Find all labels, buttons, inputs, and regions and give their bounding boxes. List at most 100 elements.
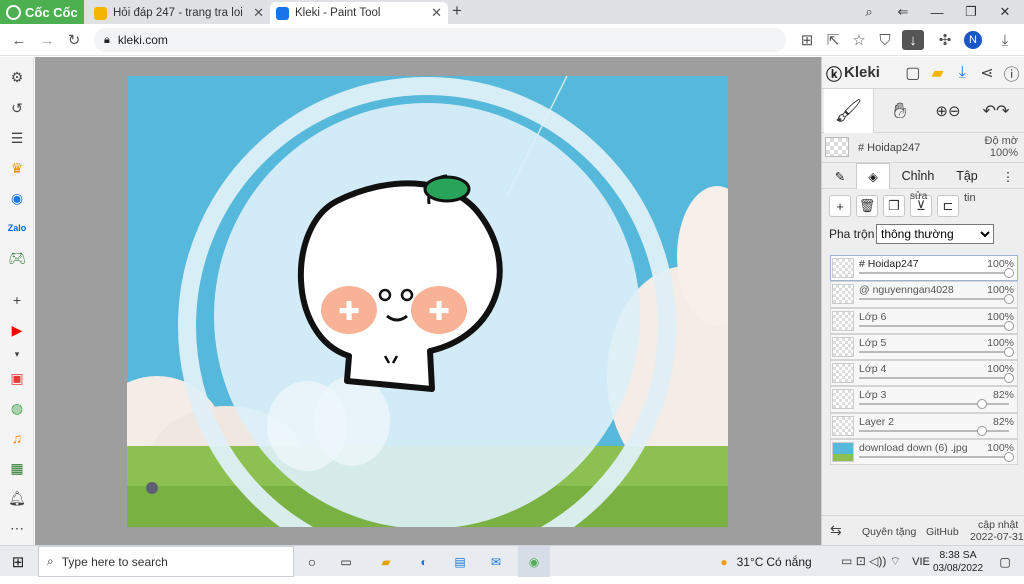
weather-desc[interactable]: Có nắng (766, 546, 812, 577)
slider-knob[interactable] (1004, 294, 1014, 305)
save-download-icon[interactable]: ⤓ (950, 59, 975, 87)
tab-adjust[interactable]: Chỉnh (894, 163, 942, 189)
layer-opacity-slider[interactable] (859, 268, 1014, 278)
duplicate-layer-button[interactable]: ❐ (883, 195, 905, 217)
slider-knob[interactable] (1004, 320, 1014, 331)
layer-row[interactable]: download down (6) .jpg 100% (830, 439, 1018, 466)
notification-center-icon[interactable]: ▢ (992, 546, 1018, 577)
settings-gear-icon[interactable]: ⚙ (7, 67, 27, 87)
maximize-button[interactable]: ❐ (954, 0, 988, 24)
bookmark-star-icon[interactable]: ☆ (848, 30, 870, 50)
taskbar-search[interactable]: ⌕ Type here to search (38, 546, 294, 577)
tab-brush-icon[interactable]: ✎ (826, 163, 854, 189)
download-media-icon[interactable]: ↓ (902, 30, 924, 50)
reload-button[interactable]: ↻ (63, 30, 85, 50)
shopping-icon[interactable]: ▣ (7, 368, 27, 388)
layer-opacity-slider[interactable] (859, 320, 1014, 331)
messenger-icon[interactable]: ◉ (7, 188, 27, 208)
share-icon[interactable]: ⇱ (822, 30, 844, 50)
coccoc-taskbar-icon[interactable]: ◉ (518, 546, 550, 577)
kleki-workspace[interactable]: ✚ ✚ (35, 57, 821, 545)
store-icon[interactable]: ▤ (446, 546, 474, 577)
tab-layers-icon[interactable]: ◈ (856, 163, 890, 189)
slider-knob[interactable] (1004, 346, 1014, 357)
restore-tabs-icon[interactable]: ⇐ (886, 0, 920, 24)
history-icon[interactable]: ↺ (7, 98, 27, 118)
translate-icon[interactable]: ⊞ (796, 30, 818, 50)
swap-panel-icon[interactable]: ⇆ (830, 522, 842, 539)
layer-row[interactable]: Lớp 6 100% (830, 307, 1018, 334)
hand-tool-icon[interactable]: ✋︎ (878, 89, 922, 133)
layer-row[interactable]: # Hoidap247 100% (830, 255, 1018, 282)
downloads-icon[interactable]: ⤓ (994, 30, 1016, 50)
layer-row[interactable]: Layer 2 82% (830, 412, 1018, 440)
delete-layer-button[interactable]: 🗑︎ (856, 195, 878, 217)
music-icon[interactable]: ♫ (7, 428, 27, 448)
close-tab-icon[interactable]: ✕ (431, 5, 442, 21)
weather-temp[interactable]: 31°C (737, 546, 764, 577)
new-image-icon[interactable]: ▢ (900, 59, 925, 87)
open-folder-icon[interactable]: ▰ (925, 59, 950, 87)
layer-opacity-slider[interactable] (859, 294, 1014, 305)
more-menu-icon[interactable]: ⋮ (998, 163, 1018, 189)
donate-link[interactable]: Quyên tặng (862, 526, 916, 538)
language-indicator[interactable]: VIE (908, 546, 934, 577)
tab-file[interactable]: Tập (946, 163, 988, 189)
layer-opacity-slider[interactable] (859, 452, 1014, 463)
blend-mode-select[interactable]: thông thường (876, 224, 994, 244)
spreadsheet-icon[interactable]: ▦ (7, 458, 27, 478)
edge-icon[interactable]: ◐ (410, 546, 438, 577)
layer-row[interactable]: Lớp 3 82% (830, 386, 1018, 413)
layer-opacity-slider[interactable] (859, 373, 1014, 384)
rename-layer-button[interactable]: ⊏ (937, 195, 959, 217)
close-window-button[interactable]: ✕ (988, 0, 1022, 24)
notification-bell-icon[interactable]: 🔔︎ (7, 488, 27, 508)
system-tray-icons[interactable]: ▭ ⊡ ◁)) ⌔ (836, 546, 906, 577)
layer-opacity-slider[interactable] (859, 425, 1009, 436)
profile-avatar[interactable]: N (964, 31, 982, 49)
layer-opacity-slider[interactable] (859, 399, 1009, 410)
slider-knob[interactable] (1004, 373, 1014, 384)
zalo-icon[interactable]: Zalo (7, 218, 27, 238)
drawing-canvas[interactable]: ✚ ✚ (127, 76, 728, 527)
mail-icon[interactable]: ✉ (482, 546, 510, 577)
slider-knob[interactable] (977, 425, 987, 436)
cortana-icon[interactable]: ○ (300, 546, 324, 577)
slider-knob[interactable] (977, 399, 987, 410)
layer-row[interactable]: Lớp 4 100% (830, 360, 1018, 387)
tab-search-icon[interactable]: ⌕ (852, 0, 886, 24)
chevron-down-icon[interactable]: ▾ (7, 344, 27, 364)
forward-button[interactable]: → (36, 30, 58, 50)
tab-kleki[interactable]: Kleki - Paint Tool ✕ (270, 2, 448, 24)
github-link[interactable]: GitHub (926, 526, 959, 538)
zoom-icon[interactable]: ⊕⊖ (928, 89, 968, 133)
slider-knob[interactable] (1004, 452, 1014, 463)
address-bar[interactable]: 🔒︎ kleki.com (94, 28, 786, 52)
task-view-icon[interactable]: ▭ (334, 546, 358, 577)
back-button[interactable]: ← (8, 30, 30, 50)
help-icon[interactable]: ⓘ (999, 59, 1024, 87)
tab-hoidap247[interactable]: Hỏi đáp 247 - trang tra loi ✕ (88, 2, 270, 24)
clock-date[interactable]: 03/08/2022 (933, 553, 983, 584)
add-layer-button[interactable]: + (829, 195, 851, 217)
more-options-icon[interactable]: ⋯ (7, 518, 27, 538)
new-tab-button[interactable]: + (452, 1, 462, 21)
add-sidebar-item-icon[interactable]: + (7, 290, 27, 310)
slider-knob[interactable] (1004, 268, 1014, 278)
extensions-icon[interactable]: ✣ (934, 30, 956, 50)
youtube-icon[interactable]: ▶ (7, 320, 27, 340)
close-tab-icon[interactable]: ✕ (253, 5, 264, 21)
minimize-button[interactable]: — (920, 0, 954, 24)
coccoc-menu-button[interactable]: Cốc Cốc (0, 0, 84, 24)
game-controller-icon[interactable]: 🎮︎ (7, 248, 27, 268)
brush-tool-icon[interactable]: 🖌︎ (824, 89, 874, 133)
crown-icon[interactable]: ♛ (7, 158, 27, 178)
layer-row[interactable]: Lớp 5 100% (830, 333, 1018, 361)
undo-redo-icon[interactable]: ↶↷ (974, 89, 1018, 133)
share-icon[interactable]: ⋖ (975, 59, 1000, 87)
layer-opacity-slider[interactable] (859, 346, 1014, 357)
notes-icon[interactable]: ☰ (7, 128, 27, 148)
file-explorer-icon[interactable]: ▰ (372, 546, 400, 577)
shield-icon[interactable]: ⛉ (874, 30, 896, 50)
layer-row[interactable]: @ nguyenngan4028 100% (830, 281, 1018, 308)
